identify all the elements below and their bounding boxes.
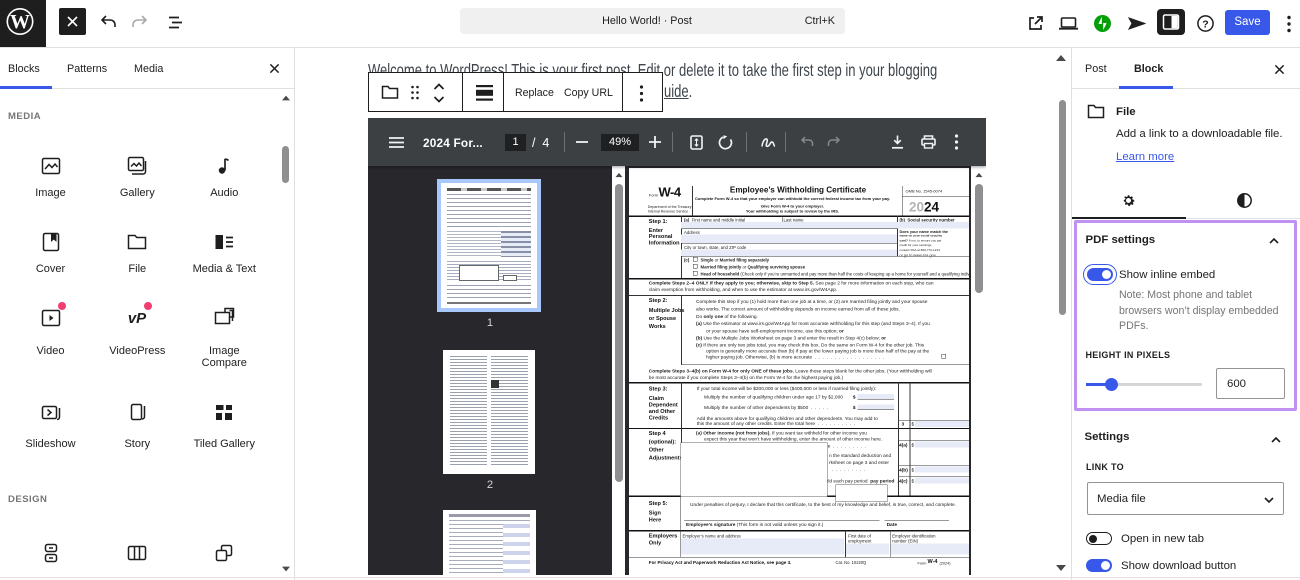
svg-text:vP: vP	[128, 310, 147, 327]
svg-text:?: ?	[1202, 18, 1208, 30]
svg-text:W: W	[10, 11, 30, 33]
